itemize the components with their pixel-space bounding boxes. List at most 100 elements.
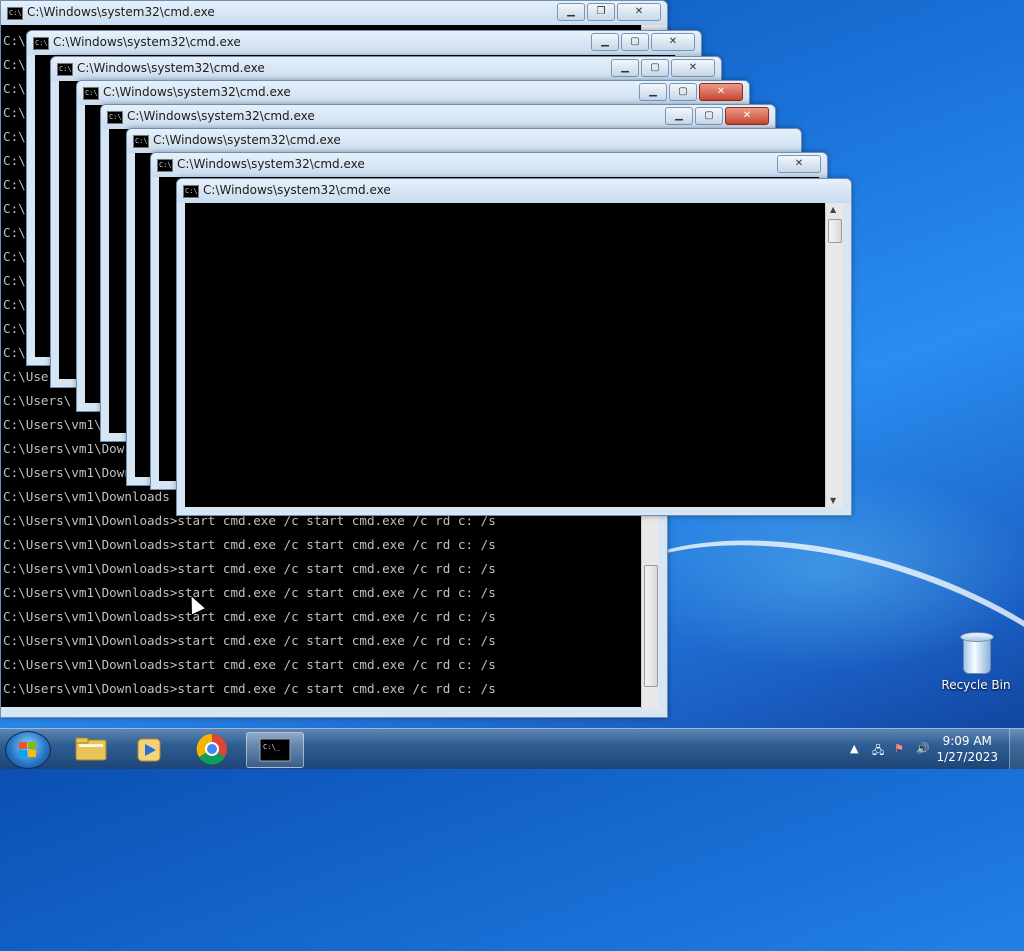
cmd-app-icon: C:\ bbox=[157, 159, 173, 172]
taskbar-media-player[interactable] bbox=[122, 732, 178, 766]
recycle-bin[interactable]: Recycle Bin bbox=[940, 630, 1012, 692]
minimize-button[interactable]: ▁ bbox=[639, 83, 667, 101]
console-line: C:\Users\vm1\Dow bbox=[3, 441, 125, 456]
clock-time: 9:09 AM bbox=[942, 734, 992, 748]
window-controls: ✕ bbox=[777, 155, 821, 173]
console-line: C:\ bbox=[3, 225, 26, 240]
close-button[interactable]: ✕ bbox=[725, 107, 769, 125]
minimize-button[interactable]: ▁ bbox=[665, 107, 693, 125]
minimize-button[interactable]: ▁ bbox=[591, 33, 619, 51]
close-button[interactable]: ✕ bbox=[777, 155, 821, 173]
console-line: C:\Users\vm1\Downloads>start cmd.exe /c … bbox=[3, 561, 496, 576]
close-button[interactable]: ✕ bbox=[671, 59, 715, 77]
close-button[interactable]: ✕ bbox=[617, 3, 661, 21]
console-line: C:\ bbox=[3, 321, 26, 336]
console-output[interactable] bbox=[185, 203, 843, 507]
title-bar[interactable]: C:\ C:\Windows\system32\cmd.exe ▁ ❐ ✕ bbox=[1, 1, 667, 25]
window-controls: ▁ ▢ ✕ bbox=[665, 107, 769, 125]
console-line: C:\ bbox=[3, 249, 26, 264]
console-line: C:\ bbox=[3, 201, 26, 216]
cmd-app-icon: C:\ bbox=[133, 135, 149, 148]
cmd-app-icon: C:\ bbox=[183, 185, 199, 198]
vertical-scrollbar[interactable]: ▲▼ bbox=[825, 203, 843, 507]
restore-button[interactable]: ❐ bbox=[587, 3, 615, 21]
taskbar-chrome[interactable] bbox=[184, 732, 240, 766]
maximize-button[interactable]: ▢ bbox=[669, 83, 697, 101]
console-line: C:\ bbox=[3, 57, 26, 72]
recycle-bin-icon bbox=[959, 630, 994, 674]
console-line: C:\ bbox=[3, 177, 26, 192]
scrollbar-thumb[interactable] bbox=[828, 219, 842, 243]
title-bar[interactable]: C:\ C:\Windows\system32\cmd.exe bbox=[127, 129, 801, 153]
window-controls: ▁ ▢ ✕ bbox=[591, 33, 695, 51]
recycle-bin-label: Recycle Bin bbox=[941, 678, 1011, 692]
cmd-app-icon: C:\ bbox=[107, 111, 123, 124]
console-line: C:\Users\vm1\ bbox=[3, 417, 102, 432]
title-bar[interactable]: C:\ C:\Windows\system32\cmd.exe ✕ bbox=[151, 153, 827, 177]
window-title: C:\Windows\system32\cmd.exe bbox=[53, 35, 241, 49]
chrome-icon bbox=[196, 733, 227, 765]
window-controls: ▁ ❐ ✕ bbox=[557, 3, 661, 21]
action-center-flag-icon[interactable]: ⚑ bbox=[894, 742, 908, 756]
show-desktop-button[interactable] bbox=[1009, 729, 1024, 769]
window-title: C:\Windows\system32\cmd.exe bbox=[77, 61, 265, 75]
console-line: C:\Users\vm1\Downloads>start cmd.exe /c … bbox=[3, 657, 496, 672]
volume-icon[interactable]: 🔊 bbox=[916, 742, 930, 756]
window-controls: ▁ ▢ ✕ bbox=[611, 59, 715, 77]
start-button[interactable] bbox=[5, 731, 51, 769]
console-line: C:\Users\ bbox=[3, 393, 72, 408]
minimize-button[interactable]: ▁ bbox=[557, 3, 585, 21]
console-line: C:\Users\vm1\Downloads>start cmd.exe /c … bbox=[3, 633, 496, 648]
cmd-window-8[interactable]: C:\ C:\Windows\system32\cmd.exe ▲ ▼ bbox=[176, 178, 852, 516]
console-line: C:\ bbox=[3, 345, 26, 360]
close-button[interactable]: ✕ bbox=[699, 83, 743, 101]
cmd-app-icon: C:\ bbox=[57, 63, 73, 76]
network-icon[interactable]: 🖧 bbox=[872, 742, 886, 757]
taskbar: C:\_ ▲ 🖧 ⚑ 🔊 9:09 AM 1/27/2023 bbox=[0, 728, 1024, 769]
title-bar[interactable]: C:\ C:\Windows\system32\cmd.exe ▁ ▢ ✕ bbox=[27, 31, 701, 55]
maximize-button[interactable]: ▢ bbox=[695, 107, 723, 125]
taskbar-explorer[interactable] bbox=[62, 732, 118, 766]
window-controls: ▁ ▢ ✕ bbox=[639, 83, 743, 101]
scrollbar-thumb[interactable] bbox=[644, 565, 658, 687]
window-title: C:\Windows\system32\cmd.exe bbox=[27, 5, 215, 19]
window-title: C:\Windows\system32\cmd.exe bbox=[153, 133, 341, 147]
cmd-icon: C:\_ bbox=[259, 738, 291, 762]
title-bar[interactable]: C:\ C:\Windows\system32\cmd.exe bbox=[177, 179, 851, 203]
cmd-app-icon: C:\ bbox=[83, 87, 99, 100]
title-bar[interactable]: C:\ C:\Windows\system32\cmd.exe ▁ ▢ ✕ bbox=[51, 57, 721, 81]
console-line: C:\ bbox=[3, 129, 26, 144]
scroll-down-arrow-icon[interactable]: ▼ bbox=[830, 496, 836, 505]
title-bar[interactable]: C:\ C:\Windows\system32\cmd.exe ▁ ▢ ✕ bbox=[101, 105, 775, 129]
media-player-icon bbox=[137, 738, 161, 762]
minimize-button[interactable]: ▁ bbox=[611, 59, 639, 77]
console-line: C:\ bbox=[3, 105, 26, 120]
console-line: C:\Use bbox=[3, 369, 49, 384]
console-line: C:\ bbox=[3, 33, 26, 48]
show-hidden-icons-arrow-icon[interactable]: ▲ bbox=[850, 742, 864, 756]
maximize-button[interactable]: ▢ bbox=[641, 59, 669, 77]
system-tray: ▲ 🖧 ⚑ 🔊 9:09 AM 1/27/2023 bbox=[844, 729, 1024, 769]
maximize-button[interactable]: ▢ bbox=[621, 33, 649, 51]
close-button[interactable]: ✕ bbox=[651, 33, 695, 51]
clock-date: 1/27/2023 bbox=[936, 750, 998, 764]
clock[interactable]: 9:09 AM 1/27/2023 bbox=[936, 733, 998, 765]
console-line: C:\Users\vm1\Downloads>start cmd.exe /c … bbox=[3, 681, 496, 696]
svg-text:C:\_: C:\_ bbox=[263, 743, 281, 751]
window-title: C:\Windows\system32\cmd.exe bbox=[177, 157, 365, 171]
console-line: C:\Users\vm1\Downloads>start cmd.exe /c … bbox=[3, 609, 496, 624]
console-line: C:\Users\vm1\Downloads bbox=[3, 489, 170, 504]
window-title: C:\Windows\system32\cmd.exe bbox=[127, 109, 315, 123]
window-title: C:\Windows\system32\cmd.exe bbox=[203, 183, 391, 197]
console-line: C:\Users\vm1\Downloads>start cmd.exe /c … bbox=[3, 537, 496, 552]
cmd-app-icon: C:\ bbox=[7, 7, 23, 20]
console-line: C:\ bbox=[3, 297, 26, 312]
console-line: C:\ bbox=[3, 81, 26, 96]
console-line: C:\ bbox=[3, 153, 26, 168]
title-bar[interactable]: C:\ C:\Windows\system32\cmd.exe ▁ ▢ ✕ bbox=[77, 81, 749, 105]
console-line: C:\Users\vm1\Downloads>start cmd.exe /c … bbox=[3, 585, 496, 600]
console-line: C:\ bbox=[3, 273, 26, 288]
scroll-up-arrow-icon[interactable]: ▲ bbox=[830, 205, 836, 214]
taskbar-cmd[interactable]: C:\_ bbox=[246, 732, 304, 768]
windows-logo-icon bbox=[19, 742, 37, 758]
